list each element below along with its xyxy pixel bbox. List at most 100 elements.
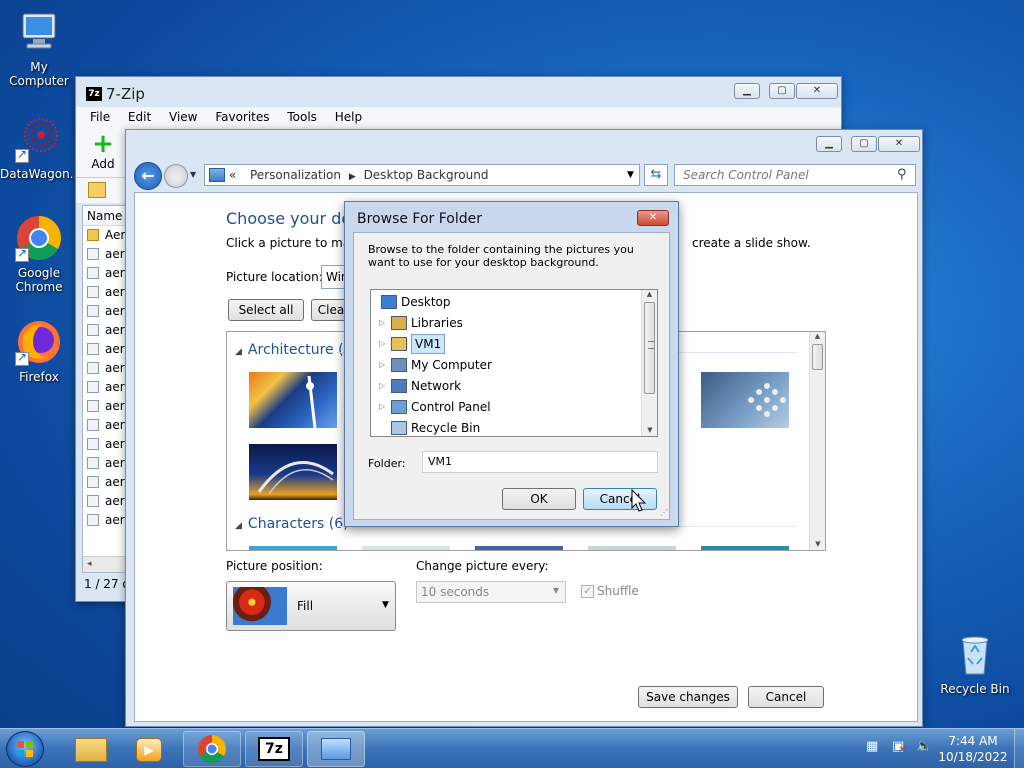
chrome-icon <box>15 214 63 262</box>
menu-view[interactable]: View <box>169 110 197 124</box>
group-architecture[interactable]: ◢ Architecture (6 <box>235 342 352 358</box>
wallpaper-thumbnail[interactable] <box>701 546 789 550</box>
taskbar-explorer-button[interactable] <box>62 731 120 767</box>
clock[interactable]: 7:44 AM 10/18/2022 <box>936 733 1010 765</box>
search-icon[interactable]: ⚲ <box>897 167 907 182</box>
breadcrumb-overflow[interactable]: « <box>229 168 236 182</box>
dialog-close-button[interactable]: ✕ <box>637 210 669 226</box>
scrollbar-thumb[interactable] <box>812 344 823 370</box>
volume-icon[interactable]: 🔈 <box>916 739 932 754</box>
menu-tools[interactable]: Tools <box>287 110 317 124</box>
wallpaper-thumbnail[interactable] <box>475 546 563 550</box>
tree-item-my-computer[interactable]: ▷ My Computer <box>371 355 639 375</box>
address-dropdown-icon[interactable]: ▼ <box>627 170 634 180</box>
expand-arrow-icon[interactable]: ▷ <box>379 376 385 396</box>
wallpaper-thumbnail[interactable] <box>362 546 450 550</box>
menu-favorites[interactable]: Favorites <box>215 110 269 124</box>
breadcrumb-personalization[interactable]: Personalization <box>250 168 341 182</box>
file-icon <box>87 495 99 507</box>
taskbar: ▶ 7z ▦ ▣ ✕ 🔈 7:44 AM 10/18/2022 <box>0 728 1024 768</box>
chrome-icon <box>198 735 226 763</box>
folder-tree[interactable]: Desktop ▷ Libraries ▷ VM1 ▷ My Computer ▷ Networ… <box>370 289 658 437</box>
wallpaper-thumbnail[interactable] <box>249 546 337 550</box>
wallpaper-thumbnail[interactable] <box>249 444 337 500</box>
clock-date: 10/18/2022 <box>938 750 1008 764</box>
vertical-scrollbar[interactable]: ▲ ▼ <box>809 332 825 550</box>
folder-icon <box>391 400 407 414</box>
close-button[interactable]: ✕ <box>878 136 920 152</box>
file-name: aer <box>105 304 125 318</box>
up-folder-icon[interactable] <box>88 182 106 198</box>
tree-item-control-panel[interactable]: ▷ Control Panel <box>371 397 639 417</box>
file-icon <box>87 381 99 393</box>
expand-arrow-icon[interactable]: ▷ <box>379 397 385 417</box>
refresh-button[interactable]: ⇆ <box>644 164 668 186</box>
picture-position-select[interactable]: Fill ▼ <box>226 581 396 631</box>
tree-item-network[interactable]: ▷ Network <box>371 376 639 396</box>
expand-arrow-icon[interactable]: ▷ <box>379 313 385 333</box>
expand-arrow-icon[interactable]: ▷ <box>379 355 385 375</box>
tree-item-desktop[interactable]: Desktop <box>371 292 639 312</box>
maximize-button[interactable]: ▢ <box>851 136 877 152</box>
clock-time: 7:44 AM <box>948 734 998 748</box>
group-characters[interactable]: ◢ Characters (6) <box>235 516 349 532</box>
file-name: aer <box>105 323 125 337</box>
desktop-icon-datawagon[interactable]: DataWagon... <box>0 115 81 181</box>
cancel-button[interactable]: Cancel <box>748 686 824 708</box>
add-button[interactable]: + Add <box>88 131 118 171</box>
wallpaper-thumbnail[interactable] <box>249 372 337 429</box>
resize-grip-icon[interactable]: ⋰ <box>660 508 668 517</box>
taskbar-chrome-button[interactable] <box>183 731 241 767</box>
breadcrumb-desktop-background[interactable]: Desktop Background <box>364 168 489 182</box>
shuffle-label: Shuffle <box>597 584 639 598</box>
folder-field[interactable]: VM1 <box>422 451 658 473</box>
save-changes-button[interactable]: Save changes <box>638 686 738 708</box>
select-all-button[interactable]: Select all <box>228 299 304 321</box>
scroll-down-icon[interactable]: ▼ <box>810 540 825 548</box>
address-bar[interactable]: « Personalization ▶ Desktop Background ▼ <box>204 164 640 186</box>
maximize-button[interactable]: ▢ <box>769 83 795 99</box>
ok-button[interactable]: OK <box>502 488 576 510</box>
scrollbar-thumb[interactable] <box>644 302 655 394</box>
wallpaper-thumbnail[interactable] <box>588 546 676 550</box>
tree-item-recycle-bin[interactable]: Recycle Bin <box>371 418 639 436</box>
taskbar-7zip-button[interactable]: 7z <box>245 731 303 767</box>
desktop-icon-my-computer[interactable]: My Computer <box>0 8 78 88</box>
recent-pages-dropdown[interactable]: ▼ <box>190 170 196 179</box>
show-desktop-button[interactable] <box>1014 729 1024 768</box>
desktop-icon-recycle-bin[interactable]: Recycle Bin <box>936 630 1014 696</box>
7zip-app-icon: 7z <box>86 87 102 101</box>
browse-for-folder-dialog[interactable]: Browse For Folder ✕ Browse to the folder… <box>344 201 679 527</box>
expand-arrow-icon[interactable]: ▷ <box>379 334 385 354</box>
search-input[interactable]: Search Control Panel <box>683 168 809 182</box>
search-box[interactable]: Search Control Panel ⚲ <box>674 164 916 186</box>
desktop-icon-firefox[interactable]: Firefox <box>0 318 78 384</box>
scroll-up-icon[interactable]: ▲ <box>810 332 825 340</box>
tree-item-label: Desktop <box>401 295 451 309</box>
minimize-button[interactable]: ▁ <box>816 136 842 152</box>
media-player-icon: ▶ <box>136 738 162 762</box>
menu-file[interactable]: File <box>90 110 110 124</box>
tree-item-vm1[interactable]: ▷ VM1 <box>371 334 639 354</box>
desktop-icon-google-chrome[interactable]: Google Chrome <box>0 214 78 294</box>
start-button[interactable] <box>6 731 44 767</box>
network-disconnected-icon[interactable]: ▣ ✕ <box>892 739 906 756</box>
action-center-icon[interactable]: ▦ <box>866 739 878 754</box>
file-icon <box>87 286 99 298</box>
close-button[interactable]: ✕ <box>796 83 838 99</box>
menu-help[interactable]: Help <box>335 110 362 124</box>
back-button[interactable]: ← <box>134 162 162 190</box>
tree-item-libraries[interactable]: ▷ Libraries <box>371 313 639 333</box>
wallpaper-thumbnail[interactable] <box>701 372 789 428</box>
scroll-down-icon[interactable]: ▼ <box>642 426 657 434</box>
menu-edit[interactable]: Edit <box>128 110 151 124</box>
forward-button[interactable] <box>164 164 188 188</box>
control-panel-icon <box>321 738 351 760</box>
taskbar-control-panel-button[interactable] <box>307 731 365 767</box>
dialog-title: Browse For Folder <box>357 211 483 227</box>
scroll-up-icon[interactable]: ▲ <box>642 290 657 298</box>
minimize-button[interactable]: ▁ <box>734 83 760 99</box>
tree-scrollbar[interactable]: ▲ ▼ <box>641 290 657 436</box>
shuffle-checkbox: ✓ <box>581 585 594 598</box>
taskbar-media-player-button[interactable]: ▶ <box>120 731 178 767</box>
